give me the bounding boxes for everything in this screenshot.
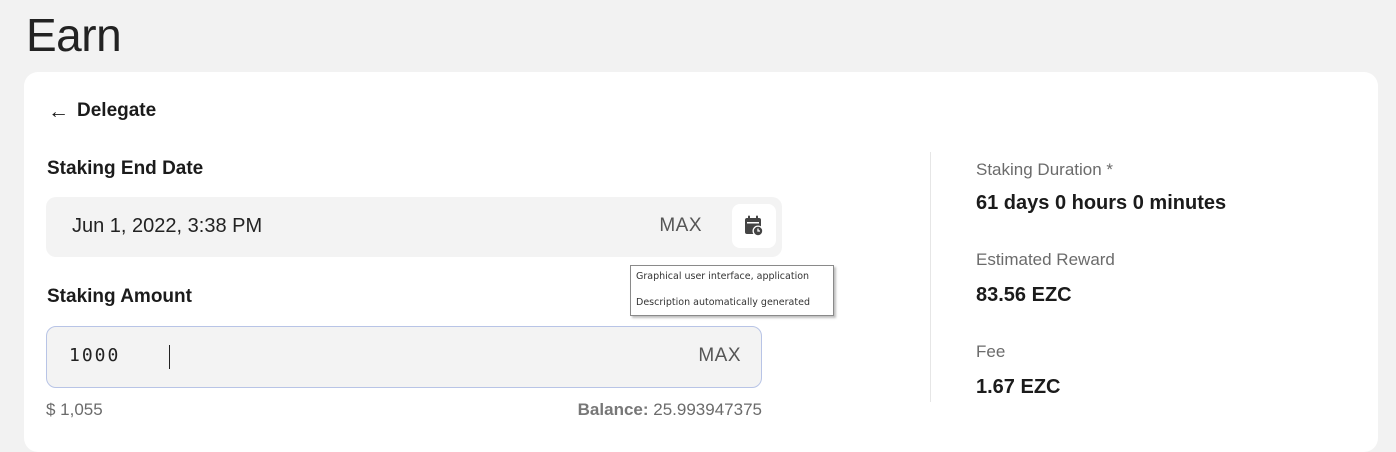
staking-duration-value: 61 days 0 hours 0 minutes	[976, 192, 1227, 214]
amount-max-button[interactable]: MAX	[698, 345, 741, 367]
staking-amount-field[interactable]: MAX	[46, 326, 762, 388]
balance-value: 25.993947375	[653, 400, 762, 419]
calendar-button[interactable]	[732, 204, 776, 248]
delegate-card: ← Delegate Staking End Date Jun 1, 2022,…	[24, 72, 1378, 452]
estimated-reward-label: Estimated Reward	[976, 250, 1115, 269]
staking-amount-input[interactable]	[69, 345, 649, 366]
staking-end-date-field[interactable]: Jun 1, 2022, 3:38 PM MAX	[46, 197, 782, 257]
staking-duration-label: Staking Duration *	[976, 160, 1114, 179]
column-divider	[930, 152, 931, 402]
staking-end-date-label: Staking End Date	[47, 158, 204, 179]
staking-amount-label: Staking Amount	[47, 286, 192, 307]
staking-end-date-value[interactable]: Jun 1, 2022, 3:38 PM	[72, 215, 262, 238]
back-delegate-link[interactable]: ← Delegate	[48, 100, 156, 122]
text-caret	[169, 345, 170, 369]
balance-label: Balance:	[577, 400, 649, 419]
estimated-reward-value: 83.56 EZC	[976, 284, 1072, 306]
fee-label: Fee	[976, 342, 1006, 361]
calendar-clock-icon	[745, 215, 764, 237]
image-alt-tooltip: Graphical user interface, application De…	[630, 265, 834, 316]
tooltip-line-2: Description automatically generated	[636, 297, 810, 308]
end-date-max-button[interactable]: MAX	[659, 215, 702, 237]
balance-display: Balance: 25.993947375	[578, 400, 762, 420]
usd-equivalent: $ 1,055	[46, 400, 103, 419]
arrow-left-icon: ←	[48, 99, 69, 123]
page-title: Earn	[26, 9, 122, 61]
tooltip-line-1: Graphical user interface, application	[636, 271, 810, 282]
fee-value: 1.67 EZC	[976, 376, 1061, 398]
back-label: Delegate	[77, 100, 157, 121]
